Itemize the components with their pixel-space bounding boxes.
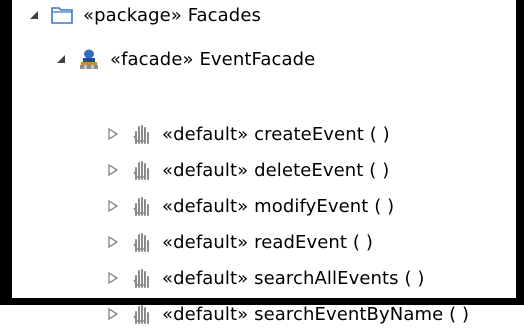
- collapsed-triangle-icon[interactable]: [106, 235, 120, 249]
- tree-item-operation[interactable]: «default» searchAllEvents ( ): [106, 262, 425, 294]
- package-folder-icon: [49, 2, 75, 28]
- expand-triangle-icon[interactable]: [27, 8, 41, 22]
- operation-stereotype: «default»: [162, 231, 249, 253]
- facade-label: «facade» EventFacade: [110, 49, 315, 70]
- collapsed-triangle-icon[interactable]: [106, 199, 120, 213]
- operation-label: «default» deleteEvent ( ): [162, 160, 389, 181]
- collapsed-triangle-icon[interactable]: [106, 307, 120, 321]
- operation-icon: [128, 193, 154, 219]
- operation-stereotype: «default»: [162, 159, 249, 181]
- project-tree: «package» Facades «facade» EventFacade «…: [12, 0, 516, 325]
- package-name: Facades: [187, 4, 261, 26]
- collapsed-triangle-icon[interactable]: [106, 271, 120, 285]
- operation-label: «default» readEvent ( ): [162, 232, 373, 253]
- operation-icon: [128, 157, 154, 183]
- operation-stereotype: «default»: [162, 195, 249, 217]
- window-frame: «package» Facades «facade» EventFacade «…: [0, 0, 524, 325]
- operation-stereotype: «default»: [162, 123, 249, 145]
- operation-name: readEvent ( ): [254, 231, 373, 253]
- operation-label: «default» createEvent ( ): [162, 124, 390, 145]
- facade-class-icon: [76, 46, 102, 72]
- package-label: «package» Facades: [83, 5, 261, 26]
- operation-name: createEvent ( ): [254, 123, 390, 145]
- expand-triangle-icon[interactable]: [54, 52, 68, 66]
- package-stereotype: «package»: [83, 4, 182, 26]
- collapsed-triangle-icon[interactable]: [106, 163, 120, 177]
- tree-item-operation[interactable]: «default» createEvent ( ): [106, 118, 390, 150]
- operation-stereotype: «default»: [162, 303, 249, 325]
- operation-name: searchAllEvents ( ): [254, 267, 425, 289]
- tree-item-package[interactable]: «package» Facades: [27, 0, 261, 30]
- operation-icon: [128, 121, 154, 147]
- tree-item-operation[interactable]: «default» readEvent ( ): [106, 226, 373, 258]
- tree-item-facade[interactable]: «facade» EventFacade: [54, 44, 315, 74]
- operation-name: deleteEvent ( ): [254, 159, 390, 181]
- tree-item-operation[interactable]: «default» deleteEvent ( ): [106, 154, 389, 186]
- operation-name: searchEventByName ( ): [254, 303, 470, 325]
- collapsed-triangle-icon[interactable]: [106, 127, 120, 141]
- facade-name: EventFacade: [199, 48, 316, 70]
- operation-icon: [128, 265, 154, 291]
- tree-item-operation[interactable]: «default» searchEventByName ( ): [106, 298, 469, 330]
- operation-name: modifyEvent ( ): [254, 195, 395, 217]
- operation-stereotype: «default»: [162, 267, 249, 289]
- facade-stereotype: «facade»: [110, 48, 194, 70]
- operation-label: «default» modifyEvent ( ): [162, 196, 394, 217]
- tree-item-operation[interactable]: «default» modifyEvent ( ): [106, 190, 394, 222]
- operation-label: «default» searchEventByName ( ): [162, 304, 469, 325]
- operation-label: «default» searchAllEvents ( ): [162, 268, 425, 289]
- operation-icon: [128, 229, 154, 255]
